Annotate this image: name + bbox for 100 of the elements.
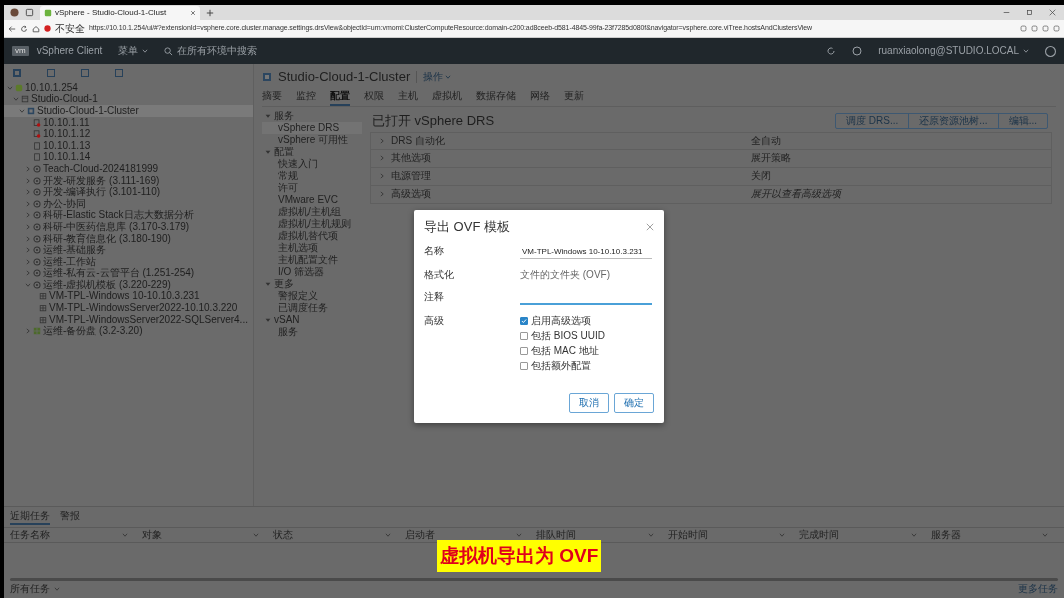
tree-item[interactable]: 科研-教育信息化 (3.180-190) bbox=[4, 232, 253, 245]
vms-view-icon[interactable] bbox=[46, 68, 56, 78]
tree-item[interactable]: 开发-研发服务 (3.111-169) bbox=[4, 174, 253, 187]
nav-item[interactable]: I/O 筛选器 bbox=[262, 265, 362, 278]
tree-item[interactable]: 科研-中医药信息库 (3.170-3.179) bbox=[4, 221, 253, 233]
close-icon[interactable] bbox=[646, 222, 654, 231]
back-icon[interactable] bbox=[8, 24, 16, 33]
dialog-button[interactable]: 取消 bbox=[569, 393, 609, 413]
restore-icon[interactable] bbox=[1026, 9, 1033, 16]
setting-row[interactable]: 电源管理 关闭 bbox=[370, 167, 1052, 186]
tree-item[interactable]: 运维-工作站 bbox=[4, 255, 253, 268]
panel-tab[interactable]: 警报 bbox=[60, 510, 80, 525]
nav-item[interactable]: 虚拟机/主机组 bbox=[262, 205, 362, 218]
refresh-icon[interactable] bbox=[826, 46, 837, 56]
column-header[interactable]: 对象 bbox=[141, 529, 269, 541]
tree-item[interactable]: 办公-协同 bbox=[4, 197, 253, 210]
close-icon[interactable] bbox=[1049, 9, 1056, 16]
tree-item[interactable]: VM-TPL-Windows 10-10.10.3.231 bbox=[4, 290, 253, 303]
toolbar-button[interactable]: 还原资源池树... bbox=[908, 113, 998, 128]
minimize-icon[interactable] bbox=[1003, 9, 1010, 16]
menu-button[interactable]: 菜单 bbox=[118, 45, 149, 57]
nav-item[interactable]: 警报定义 bbox=[262, 289, 362, 302]
nav-item[interactable]: 许可 bbox=[262, 181, 362, 194]
tree-item[interactable]: 运维-私有云-云管平台 (1.251-254) bbox=[4, 267, 253, 280]
help-icon[interactable] bbox=[852, 46, 863, 56]
column-header[interactable]: 完成时间 bbox=[799, 529, 927, 541]
checkbox-label[interactable]: 启用高级选项 bbox=[531, 314, 591, 327]
nav-item[interactable]: 已调度任务 bbox=[262, 301, 362, 314]
checkbox-label[interactable]: 包括额外配置 bbox=[531, 359, 591, 372]
object-tab[interactable]: 配置 bbox=[330, 87, 350, 106]
nav-item[interactable]: 服务 bbox=[262, 325, 362, 338]
tree-item[interactable]: Teach-Cloud-2024181999 bbox=[4, 163, 253, 175]
tree-item[interactable]: 10.10.1.254 bbox=[4, 82, 253, 94]
tree-item[interactable]: 运维-虚拟机模板 (3.220-229) bbox=[4, 279, 253, 291]
tree-item[interactable]: Studio-Cloud-1-Cluster bbox=[4, 105, 253, 117]
tree-item[interactable]: 10.10.1.11 bbox=[4, 116, 253, 129]
checkbox[interactable] bbox=[520, 331, 528, 340]
home-icon[interactable] bbox=[32, 24, 40, 33]
hosts-view-icon[interactable] bbox=[12, 68, 22, 78]
nav-group[interactable]: vSAN bbox=[262, 313, 362, 326]
setting-row[interactable]: DRS 自动化 全自动 bbox=[370, 131, 1052, 150]
panel-tab[interactable]: 近期任务 bbox=[10, 510, 50, 525]
column-header[interactable]: 服务器 bbox=[930, 529, 1058, 541]
nav-group[interactable]: 更多 bbox=[262, 277, 362, 290]
checkbox[interactable] bbox=[520, 361, 528, 370]
object-tab[interactable]: 更新 bbox=[564, 87, 584, 106]
network-view-icon[interactable] bbox=[114, 68, 124, 78]
nav-item[interactable]: vSphere 可用性 bbox=[262, 133, 362, 146]
checkbox[interactable] bbox=[520, 346, 528, 355]
actions-menu[interactable]: 操作 bbox=[416, 70, 452, 83]
column-header[interactable]: 状态 bbox=[273, 529, 401, 541]
tree-item[interactable]: 10.10.1.12 bbox=[4, 128, 253, 140]
column-header[interactable]: 启动者 bbox=[404, 529, 532, 541]
nav-item[interactable]: 虚拟机/主机规则 bbox=[262, 217, 362, 230]
new-tab-icon[interactable] bbox=[206, 8, 214, 17]
object-tab[interactable]: 权限 bbox=[364, 87, 384, 106]
close-icon[interactable] bbox=[190, 9, 196, 16]
checkbox-label[interactable]: 包括 MAC 地址 bbox=[531, 344, 599, 357]
tree-item[interactable]: VM-TPL-WindowsServer2022-10.10.3.220 bbox=[4, 302, 253, 314]
tree-item[interactable]: VM-TPL-WindowsServer2022-SQLServer4... bbox=[4, 313, 253, 326]
tree-item[interactable]: 10.10.1.13 bbox=[4, 139, 253, 152]
object-tab[interactable]: 主机 bbox=[398, 87, 418, 106]
object-tab[interactable]: 虚拟机 bbox=[432, 87, 462, 106]
tree-item[interactable]: 开发-编译执行 (3.101-110) bbox=[4, 186, 253, 198]
tab-actions-icon[interactable] bbox=[25, 8, 34, 17]
tree-item[interactable]: 运维-基础服务 bbox=[4, 244, 253, 256]
tree-item[interactable]: 科研-Elastic Stack日志大数据分析 bbox=[4, 209, 253, 222]
more-link[interactable]: 更多任务 bbox=[1018, 583, 1058, 595]
object-tab[interactable]: 网络 bbox=[530, 87, 550, 106]
checkbox[interactable] bbox=[520, 316, 528, 325]
nav-group[interactable]: 服务 bbox=[262, 109, 362, 122]
user-menu[interactable]: ruanxiaolong@STUDIO.LOCAL bbox=[878, 45, 1029, 57]
nav-item[interactable]: 快速入门 bbox=[262, 157, 362, 170]
column-header[interactable]: 排队时间 bbox=[536, 529, 664, 541]
checkbox-label[interactable]: 包括 BIOS UUID bbox=[531, 329, 605, 342]
scrollbar[interactable] bbox=[10, 578, 1058, 581]
storage-view-icon[interactable] bbox=[80, 68, 90, 78]
column-header[interactable]: 任务名称 bbox=[10, 529, 138, 541]
setting-row[interactable]: 其他选项 展开策略 bbox=[370, 149, 1052, 168]
filter-dropdown[interactable]: 所有任务 bbox=[10, 583, 60, 595]
toolbar-button[interactable]: 调度 DRS... bbox=[836, 113, 909, 128]
object-tab[interactable]: 数据存储 bbox=[476, 87, 516, 106]
object-tab[interactable]: 摘要 bbox=[262, 87, 282, 106]
nav-item[interactable]: VMware EVC bbox=[262, 193, 362, 206]
tree-item[interactable]: 运维-备份盘 (3.2-3.20) bbox=[4, 325, 253, 338]
toolbar-button[interactable]: 编辑... bbox=[997, 113, 1047, 128]
dialog-button[interactable]: 确定 bbox=[614, 393, 654, 413]
tree-item[interactable]: Studio-Cloud-1 bbox=[4, 93, 253, 106]
object-tab[interactable]: 监控 bbox=[296, 87, 316, 106]
browser-tab[interactable]: vSphere - Studio-Cloud-1-Clust bbox=[40, 5, 200, 20]
column-header[interactable]: 开始时间 bbox=[667, 529, 795, 541]
refresh-icon[interactable] bbox=[20, 24, 28, 33]
nav-item[interactable]: 主机选项 bbox=[262, 241, 362, 254]
nav-item[interactable]: vSphere DRS bbox=[262, 121, 362, 134]
nav-item[interactable]: 虚拟机替代项 bbox=[262, 229, 362, 242]
setting-row[interactable]: 高级选项 展开以查看高级选项 bbox=[370, 185, 1052, 204]
security-label[interactable]: 不安全 bbox=[55, 22, 85, 35]
user-icon[interactable] bbox=[1045, 45, 1056, 57]
tree-item[interactable]: 10.10.1.14 bbox=[4, 151, 253, 164]
search-field[interactable]: 在所有环境中搜索 bbox=[164, 45, 258, 57]
